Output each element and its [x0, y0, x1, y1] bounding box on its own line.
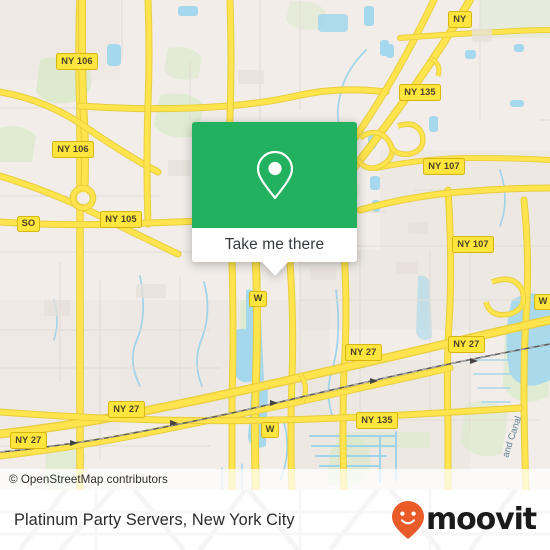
map-attribution[interactable]: © OpenStreetMap contributors	[0, 469, 550, 490]
road-shield[interactable]: NY 135	[356, 412, 398, 429]
road-shield[interactable]: NY 106	[52, 141, 94, 158]
road-shield[interactable]: NY 27	[108, 401, 145, 418]
moovit-map-page: .rd { fill:none; stroke:#ffe44d; stroke-…	[0, 0, 550, 550]
road-shield[interactable]: NY	[448, 11, 472, 28]
callout-action-area[interactable]: Take me there	[192, 228, 357, 262]
road-shield[interactable]: NY 27	[10, 432, 47, 449]
road-shield[interactable]: W	[249, 291, 268, 308]
take-me-there-callout[interactable]: Take me there	[192, 122, 357, 276]
smiling-pin-icon	[391, 501, 424, 539]
road-shield[interactable]: SO	[17, 216, 40, 233]
map-pin-icon	[256, 150, 293, 200]
road-shield[interactable]: W	[534, 294, 550, 311]
road-shield[interactable]: W	[261, 422, 280, 439]
road-shield[interactable]: NY 27	[345, 344, 382, 361]
road-shield[interactable]: NY 105	[100, 211, 142, 228]
road-shield[interactable]: NY 107	[452, 236, 494, 253]
road-shield[interactable]: NY 106	[56, 53, 98, 70]
moovit-wordmark: moovit	[425, 502, 537, 537]
place-title: Platinum Party Servers, New York City	[14, 510, 295, 529]
callout-tail	[261, 262, 288, 276]
map-canvas[interactable]: .rd { fill:none; stroke:#ffe44d; stroke-…	[0, 0, 550, 490]
road-shield[interactable]: NY 27	[448, 336, 485, 353]
road-shield[interactable]: NY 107	[423, 158, 465, 175]
page-footer: Platinum Party Servers, New York City mo…	[0, 490, 550, 550]
take-me-there-label: Take me there	[224, 236, 325, 253]
road-shield[interactable]: NY 135	[399, 84, 441, 101]
callout-icon-area	[192, 122, 357, 228]
moovit-logo[interactable]: moovit	[391, 500, 537, 540]
